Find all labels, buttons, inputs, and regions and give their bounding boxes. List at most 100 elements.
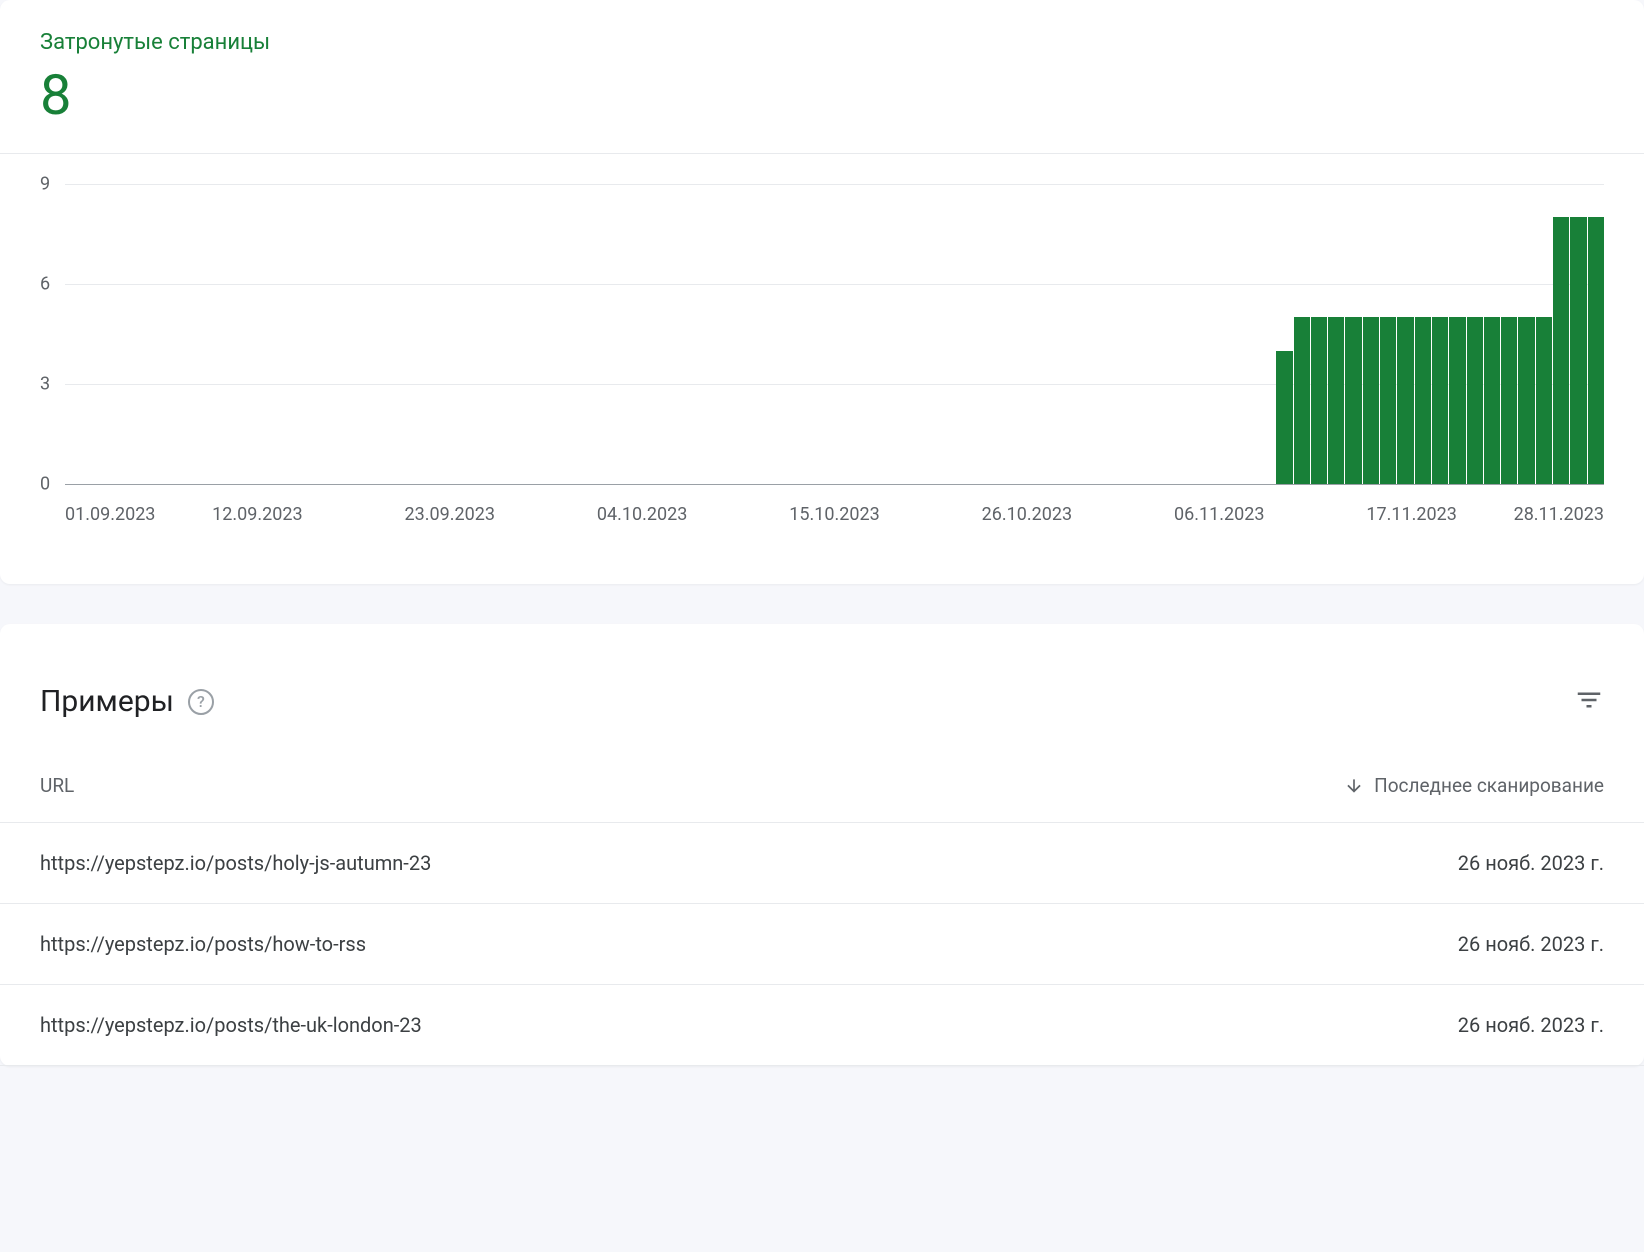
bar-slot [1380,184,1397,484]
bar-slot [688,184,705,484]
bar-slot [428,184,445,484]
x-tick: 26.10.2023 [982,504,1072,525]
examples-table: URL Последнее сканирование https://yepst… [0,739,1644,1066]
bar-slot [1501,184,1518,484]
bar-slot [186,184,203,484]
bar-slot [273,184,290,484]
bar-slot [480,184,497,484]
bar[interactable] [1588,217,1604,484]
x-tick: 12.09.2023 [212,504,302,525]
table-row[interactable]: https://yepstepz.io/posts/how-to-rss26 н… [0,904,1644,985]
bar-slot [1535,184,1552,484]
bar-slot [203,184,220,484]
bar[interactable] [1484,317,1500,484]
bar[interactable] [1311,317,1327,484]
bar-slot [964,184,981,484]
x-tick: 01.09.2023 [65,504,155,525]
bar-slot [1241,184,1258,484]
y-tick: 3 [40,374,60,395]
bar-slot [843,184,860,484]
bar-slot [1258,184,1275,484]
bar-slot [1345,184,1362,484]
col-last-crawl[interactable]: Последнее сканирование [1344,774,1604,797]
bar-slot [705,184,722,484]
bar[interactable] [1276,351,1292,484]
bar-slot [584,184,601,484]
bar-slot [1120,184,1137,484]
bar-slot [1310,184,1327,484]
bar-slot [601,184,618,484]
bar-slot [394,184,411,484]
x-tick: 17.11.2023 [1366,504,1456,525]
metric-value: 8 [40,67,1604,123]
x-tick: 28.11.2023 [1514,504,1604,525]
bar-slot [878,184,895,484]
bar-slot [1553,184,1570,484]
bar-slot [1155,184,1172,484]
bar-slot [290,184,307,484]
bar-slot [342,184,359,484]
examples-title: Примеры [40,684,174,719]
bar-slot [1293,184,1310,484]
bar-slot [376,184,393,484]
bar-slot [1189,184,1206,484]
bar[interactable] [1570,217,1586,484]
url-cell: https://yepstepz.io/posts/how-to-rss [40,932,366,956]
bar[interactable] [1553,217,1569,484]
bar-slot [1224,184,1241,484]
bar[interactable] [1467,317,1483,484]
gridline [65,484,1604,485]
bar[interactable] [1345,317,1361,484]
bar-slot [757,184,774,484]
bar-slot [1068,184,1085,484]
bar-slot [359,184,376,484]
bar[interactable] [1432,317,1448,484]
bar-slot [134,184,151,484]
bar[interactable] [1380,317,1396,484]
bar-slot [809,184,826,484]
bar-slot [1397,184,1414,484]
bar-slot [1103,184,1120,484]
bar-slot [1449,184,1466,484]
bar-slot [861,184,878,484]
bar-slot [1086,184,1103,484]
y-tick: 0 [40,474,60,495]
bar-slot [1466,184,1483,484]
bar-slot [826,184,843,484]
bar-slot [913,184,930,484]
bar-slot [1034,184,1051,484]
url-cell: https://yepstepz.io/posts/the-uk-london-… [40,1013,422,1037]
bar[interactable] [1449,317,1465,484]
date-cell: 26 нояб. 2023 г. [1458,851,1604,875]
col-url[interactable]: URL [40,774,74,797]
bar[interactable] [1294,317,1310,484]
bar-slot [1570,184,1587,484]
bar-slot [549,184,566,484]
bar-chart[interactable]: 0369 01.09.202312.09.202323.09.202304.10… [40,184,1604,504]
arrow-down-icon [1344,776,1364,796]
bar-slot [982,184,999,484]
bar-slot [117,184,134,484]
bar-slot [567,184,584,484]
bar-slot [255,184,272,484]
bar[interactable] [1415,317,1431,484]
help-icon[interactable]: ? [188,689,214,715]
bar[interactable] [1363,317,1379,484]
bar[interactable] [1397,317,1413,484]
bar-slot [740,184,757,484]
table-row[interactable]: https://yepstepz.io/posts/the-uk-london-… [0,985,1644,1066]
bar-slot [307,184,324,484]
bar[interactable] [1328,317,1344,484]
chart-container: 0369 01.09.202312.09.202323.09.202304.10… [40,184,1604,544]
bar[interactable] [1536,317,1552,484]
bar-slot [497,184,514,484]
bar[interactable] [1501,317,1517,484]
table-row[interactable]: https://yepstepz.io/posts/holy-js-autumn… [0,823,1644,904]
bar-slot [238,184,255,484]
y-tick: 9 [40,174,60,195]
examples-card: Примеры ? URL Последнее сканирование htt… [0,624,1644,1066]
bar-slot [636,184,653,484]
filter-icon[interactable] [1574,685,1604,719]
bar[interactable] [1518,317,1534,484]
bar-slot [1172,184,1189,484]
